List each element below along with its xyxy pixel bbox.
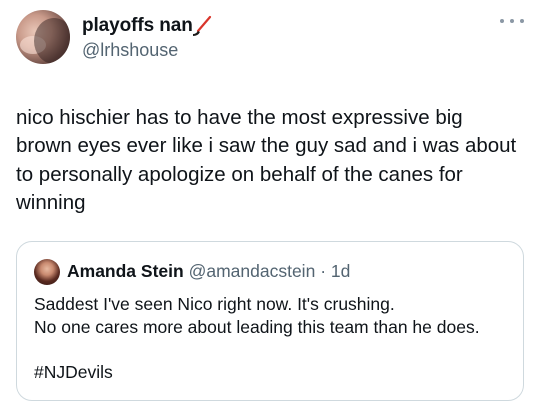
author-display-name[interactable]: playoffs nan: [82, 15, 193, 37]
tweet-text: nico hischier has to have the most expre…: [16, 106, 517, 214]
more-dot: [510, 19, 514, 23]
quoted-text: Saddest I've seen Nico right now. It's c…: [34, 293, 514, 383]
quoted-text-line: Saddest I've seen Nico right now. It's c…: [34, 294, 395, 314]
quoted-timestamp[interactable]: 1d: [331, 261, 350, 281]
quoted-display-name[interactable]: Amanda Stein: [67, 261, 184, 281]
hashtag-link[interactable]: #NJDevils: [34, 361, 514, 384]
hockey-stick-icon: [193, 15, 212, 36]
tweet-card: playoffs nan @lrhshouse nico hischier ha…: [0, 0, 540, 410]
quoted-separator: ·: [320, 261, 327, 281]
author-avatar[interactable]: [16, 10, 70, 64]
quoted-tweet[interactable]: Amanda Stein @amandacstein · 1d Saddest …: [16, 241, 524, 401]
more-options-icon[interactable]: [500, 16, 524, 26]
author-handle[interactable]: @lrhshouse: [82, 40, 178, 61]
quoted-handle[interactable]: @amandacstein: [189, 261, 316, 281]
avatar-shadow: [34, 18, 70, 64]
quoted-text-gap: [34, 338, 514, 361]
more-dot: [520, 19, 524, 23]
quoted-header: Amanda Stein @amandacstein · 1d: [67, 261, 350, 282]
quoted-text-line: No one cares more about leading this tea…: [34, 316, 480, 337]
more-dot: [500, 19, 504, 23]
quoted-author-avatar[interactable]: [34, 259, 60, 285]
